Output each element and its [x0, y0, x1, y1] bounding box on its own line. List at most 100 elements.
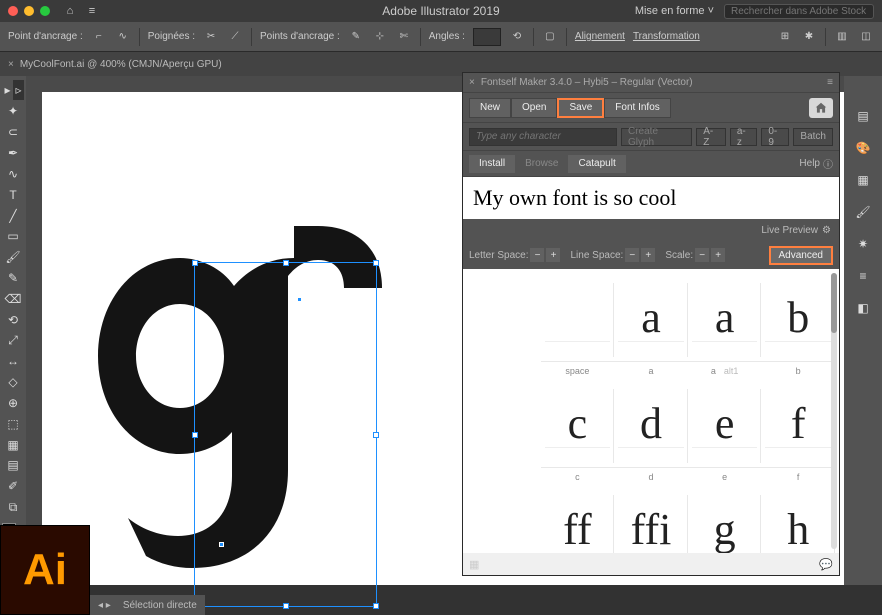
glyph-cell[interactable]: hh: [761, 485, 835, 553]
alignment-link[interactable]: Alignement: [575, 31, 625, 42]
font-infos-button[interactable]: Font Infos: [604, 98, 670, 118]
glyph-cell[interactable]: ffffliga: [541, 485, 615, 553]
zoom-indicator[interactable]: ◂ ▸: [98, 600, 111, 611]
glyph-cell[interactable]: aa: [614, 273, 688, 379]
glyph-cell[interactable]: aaalt1: [688, 273, 762, 379]
type-character-input[interactable]: [469, 128, 617, 146]
scale-tool[interactable]: ⤢: [2, 331, 24, 350]
rectangle-tool[interactable]: ▭: [2, 227, 24, 246]
settings-icon[interactable]: ⚙: [822, 225, 831, 236]
scale-minus[interactable]: −: [695, 248, 709, 262]
panel-menu-icon[interactable]: ≡: [827, 77, 833, 88]
color-panel-icon[interactable]: 🎨: [852, 138, 874, 158]
browse-tab[interactable]: Browse: [515, 155, 568, 173]
add-anchor-icon[interactable]: ⊹: [372, 29, 388, 45]
install-tab[interactable]: Install: [469, 155, 515, 173]
glyph-path[interactable]: [72, 142, 392, 572]
blend-tool[interactable]: ⧉: [2, 498, 24, 517]
line-tool[interactable]: ╱: [2, 206, 24, 225]
panel-header[interactable]: × Fontself Maker 3.4.0 – Hybi5 – Regular…: [463, 73, 839, 93]
glyph-cell[interactable]: dd: [614, 379, 688, 485]
glyph-grid[interactable]: spaceaaaaalt1bb ccddeeff ffffligaffiffilig…: [463, 269, 839, 553]
symbols-panel-icon[interactable]: ✷: [852, 234, 874, 254]
window-minimize[interactable]: [24, 6, 34, 16]
mesh-tool[interactable]: ▦: [2, 435, 24, 454]
direct-selection-tool[interactable]: ▹: [13, 80, 24, 100]
illustrator-app-icon[interactable]: Ai: [0, 525, 90, 615]
layers-panel-icon[interactable]: ◧: [852, 298, 874, 318]
width-tool[interactable]: ↔: [2, 352, 24, 371]
panel-close-icon[interactable]: ×: [469, 77, 475, 88]
scale-plus[interactable]: +: [711, 248, 725, 262]
glyph-cell[interactable]: gg: [688, 485, 762, 553]
home-icon[interactable]: ⌂: [62, 3, 78, 19]
brushes-panel-icon[interactable]: 🖌: [852, 202, 874, 222]
batch-button[interactable]: Batch: [793, 128, 833, 146]
glyph-cell[interactable]: ffiffiliga: [614, 485, 688, 553]
curvature-tool[interactable]: ∿: [2, 164, 24, 183]
adobe-stock-search[interactable]: [724, 4, 874, 19]
rotate-tool[interactable]: ⟲: [2, 310, 24, 329]
type-tool[interactable]: T: [2, 185, 24, 204]
save-button[interactable]: Save: [557, 98, 604, 118]
range-az-upper-button[interactable]: A-Z: [696, 128, 726, 146]
vertical-ruler[interactable]: [26, 76, 42, 585]
selection-tool[interactable]: ▸: [2, 80, 13, 100]
pen-tool[interactable]: ✒: [2, 144, 24, 163]
glyph-cell[interactable]: bb: [761, 273, 835, 379]
panel-layout-icon[interactable]: ▥: [834, 29, 850, 45]
chat-icon[interactable]: 💬: [819, 558, 833, 571]
letter-space-minus[interactable]: −: [530, 248, 544, 262]
range-az-lower-button[interactable]: a-z: [730, 128, 758, 146]
paintbrush-tool[interactable]: 🖌: [2, 248, 24, 267]
help-link[interactable]: Helpⓘ: [799, 156, 833, 171]
angle-input[interactable]: [473, 28, 501, 46]
line-space-plus[interactable]: +: [641, 248, 655, 262]
catapult-tab[interactable]: Catapult: [568, 155, 625, 173]
perspective-tool[interactable]: ⬚: [2, 414, 24, 433]
range-09-button[interactable]: 0-9: [761, 128, 789, 146]
properties-panel-icon[interactable]: ▤: [852, 106, 874, 126]
close-tab-icon[interactable]: ×: [8, 59, 14, 70]
eyedropper-tool[interactable]: ✐: [2, 477, 24, 496]
font-preview-text[interactable]: My own font is so cool: [463, 177, 839, 219]
glyph-cell[interactable]: cc: [541, 379, 615, 485]
lasso-tool[interactable]: ⊂: [2, 123, 24, 142]
shaper-tool[interactable]: ✎: [2, 269, 24, 288]
window-close[interactable]: [8, 6, 18, 16]
gradient-tool[interactable]: ▤: [2, 456, 24, 475]
anchor-point[interactable]: [219, 542, 224, 547]
advanced-button[interactable]: Advanced: [769, 246, 833, 265]
convert-corner-icon[interactable]: ⌐: [91, 29, 107, 45]
swatches-panel-icon[interactable]: ▦: [852, 170, 874, 190]
isolate-icon[interactable]: ▢: [542, 29, 558, 45]
grid-toggle-icon[interactable]: ▦: [469, 558, 479, 571]
shape-builder-tool[interactable]: ⊕: [2, 394, 24, 413]
angle-icon[interactable]: ⟲: [509, 29, 525, 45]
magic-wand-tool[interactable]: ✦: [2, 102, 24, 121]
cut-path-icon[interactable]: ✄: [396, 29, 412, 45]
convert-smooth-icon[interactable]: ∿: [115, 29, 131, 45]
document-tab[interactable]: × MyCoolFont.ai @ 400% (CMJN/Aperçu GPU): [8, 59, 222, 70]
glyph-cell[interactable]: space: [541, 273, 615, 379]
glyph-cell[interactable]: ee: [688, 379, 762, 485]
glyph-scrollbar[interactable]: [831, 273, 837, 549]
handle-join-icon[interactable]: ⟋: [227, 29, 243, 45]
open-button[interactable]: Open: [511, 98, 557, 118]
window-zoom[interactable]: [40, 6, 50, 16]
align-target-icon[interactable]: ⊞: [777, 29, 793, 45]
create-glyph-button[interactable]: Create Glyph: [621, 128, 692, 146]
letter-space-plus[interactable]: +: [546, 248, 560, 262]
hamburger-icon[interactable]: ≡: [84, 3, 100, 19]
new-button[interactable]: New: [469, 98, 511, 118]
line-space-minus[interactable]: −: [625, 248, 639, 262]
eraser-tool[interactable]: ⌫: [2, 289, 24, 308]
handle-cut-icon[interactable]: ✂: [203, 29, 219, 45]
workspace-dropdown[interactable]: Mise en forme ˅: [635, 5, 714, 17]
remove-anchor-icon[interactable]: ✎: [348, 29, 364, 45]
expand-panel-icon[interactable]: ◫: [858, 29, 874, 45]
fontself-home-icon[interactable]: [809, 98, 833, 118]
anchor-point[interactable]: [297, 297, 302, 302]
glyph-cell[interactable]: ff: [761, 379, 835, 485]
key-object-icon[interactable]: ✱: [801, 29, 817, 45]
